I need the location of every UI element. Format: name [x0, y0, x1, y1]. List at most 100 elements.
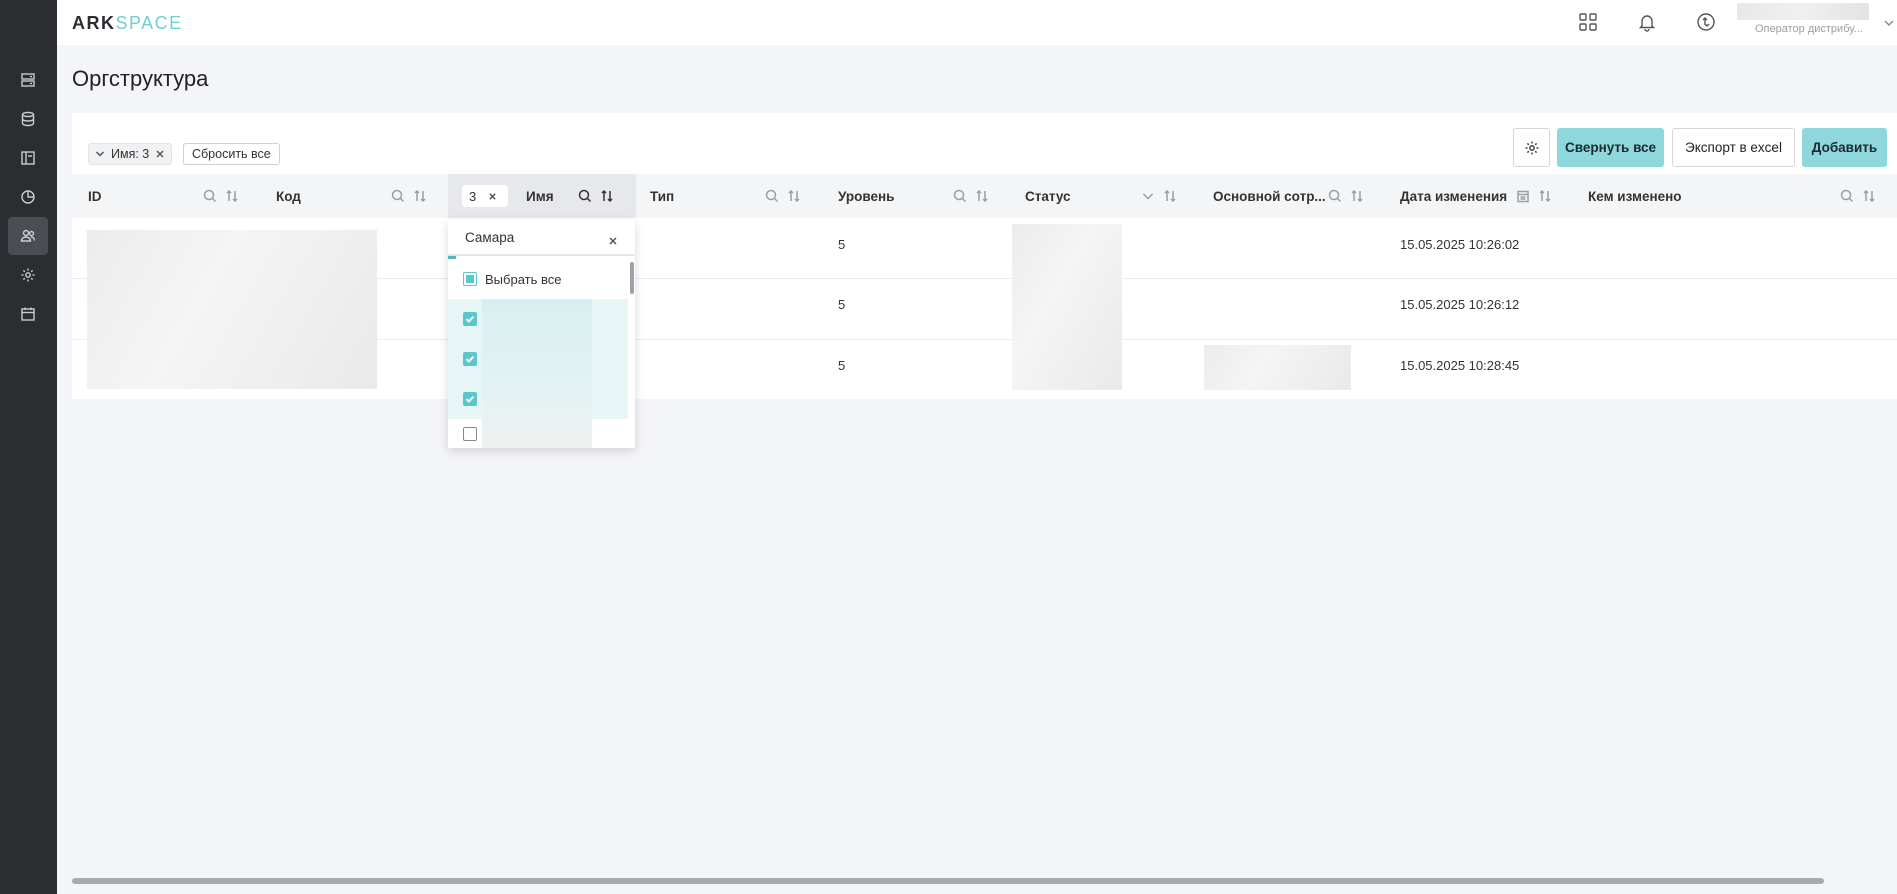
- layout-icon: [21, 151, 35, 165]
- chart-pie-icon: [21, 190, 35, 204]
- page-title: Оргструктура: [72, 66, 209, 91]
- check-icon: [465, 315, 475, 323]
- option-checkbox[interactable]: [463, 352, 477, 366]
- column-header-level[interactable]: Уровень: [838, 174, 894, 218]
- close-icon[interactable]: [488, 192, 497, 201]
- check-icon: [465, 395, 475, 403]
- name-filter-dropdown: Самара Выбрать все: [448, 220, 635, 448]
- option-checkbox[interactable]: [463, 312, 477, 326]
- app-logo[interactable]: ARKSPACE: [72, 13, 183, 34]
- apps-grid-icon: [1579, 13, 1597, 31]
- clear-search-button[interactable]: [608, 233, 618, 249]
- select-all-option[interactable]: Выбрать все: [448, 259, 628, 299]
- cell-level: 5: [838, 297, 846, 312]
- user-menu-chevron[interactable]: [1883, 16, 1895, 28]
- dropdown-scrollbar[interactable]: [630, 262, 634, 294]
- calendar-icon[interactable]: [1516, 189, 1530, 203]
- option-checkbox[interactable]: [463, 392, 477, 406]
- name-column-actions: [578, 174, 614, 218]
- level-column-actions: [953, 174, 989, 218]
- code-column-actions: [391, 174, 427, 218]
- sort-icon[interactable]: [600, 189, 614, 203]
- column-header-status[interactable]: Статус: [1025, 174, 1071, 218]
- close-icon[interactable]: [155, 149, 165, 159]
- column-header-type[interactable]: Тип: [650, 174, 674, 218]
- active-filter-chip[interactable]: Имя: 3: [88, 143, 173, 165]
- database-icon: [21, 111, 35, 127]
- gear-icon: [21, 268, 35, 282]
- notifications-button[interactable]: [1635, 10, 1659, 34]
- chevron-down-icon: [95, 151, 105, 157]
- sort-icon[interactable]: [413, 189, 427, 203]
- redacted-id-code-block: [87, 230, 377, 389]
- name-filter-count-pill[interactable]: 3: [462, 185, 508, 207]
- sort-icon[interactable]: [787, 189, 801, 203]
- check-icon: [465, 355, 475, 363]
- redacted-main-employee-block: [1204, 345, 1351, 390]
- modified-by-column-actions: [1840, 174, 1876, 218]
- search-icon[interactable]: [1328, 189, 1342, 203]
- table-horizontal-scrollbar[interactable]: [72, 878, 1824, 884]
- column-header-modified-date[interactable]: Дата изменения: [1400, 174, 1507, 218]
- search-icon[interactable]: [765, 189, 779, 203]
- chevron-down-icon: [1884, 20, 1894, 26]
- search-icon[interactable]: [953, 189, 967, 203]
- name-filter-count: 3: [469, 188, 477, 204]
- search-icon[interactable]: [203, 189, 217, 203]
- column-header-code[interactable]: Код: [276, 174, 301, 218]
- cell-level: 5: [838, 358, 846, 373]
- modified-date-column-actions: [1516, 174, 1552, 218]
- cell-modified-date: 15.05.2025 10:26:12: [1400, 297, 1520, 312]
- export-excel-button[interactable]: Экспорт в excel: [1672, 128, 1795, 167]
- top-header: ARKSPACE Оператор дистрибу...: [57, 0, 1897, 45]
- user-name-redacted[interactable]: [1737, 3, 1869, 20]
- main-employee-column-actions: [1328, 174, 1364, 218]
- filter-chip-label: Имя: 3: [111, 147, 150, 161]
- add-button[interactable]: Добавить: [1802, 128, 1887, 167]
- sidebar-item-orgstructure[interactable]: [8, 217, 48, 255]
- sort-icon[interactable]: [1350, 189, 1364, 203]
- name-filter-search-input[interactable]: Самара: [465, 230, 514, 245]
- status-column-actions: [1141, 174, 1177, 218]
- sort-icon[interactable]: [225, 189, 239, 203]
- column-header-name[interactable]: Имя: [526, 174, 554, 218]
- orgstructure-card: Имя: 3 Сбросить все Свернуть все Экспорт…: [72, 113, 1897, 399]
- sync-button[interactable]: [1694, 10, 1718, 34]
- cell-modified-date: 15.05.2025 10:28:45: [1400, 358, 1520, 373]
- cell-level: 5: [838, 237, 846, 252]
- calendar-icon: [21, 307, 35, 321]
- collapse-all-button[interactable]: Свернуть все: [1557, 128, 1664, 167]
- sidebar-item-servers[interactable]: [8, 61, 48, 99]
- close-icon: [609, 237, 617, 245]
- sort-icon[interactable]: [1538, 189, 1552, 203]
- column-header-modified-by[interactable]: Кем изменено: [1588, 174, 1682, 218]
- column-header-main-employee[interactable]: Основной сотр...: [1213, 174, 1326, 218]
- bell-icon: [1638, 15, 1656, 32]
- sidebar-item-database[interactable]: [8, 100, 48, 138]
- column-header-id[interactable]: ID: [88, 174, 102, 218]
- sidebar-item-reports[interactable]: [8, 178, 48, 216]
- reset-filters-button[interactable]: Сбросить все: [183, 143, 280, 165]
- search-icon[interactable]: [578, 189, 592, 203]
- select-all-label: Выбрать все: [485, 271, 562, 287]
- apps-grid-button[interactable]: [1576, 10, 1600, 34]
- server-icon: [21, 73, 35, 87]
- search-icon[interactable]: [1840, 189, 1854, 203]
- users-icon: [20, 229, 36, 242]
- chevron-down-icon[interactable]: [1141, 189, 1155, 203]
- sidebar-item-calendar[interactable]: [8, 295, 48, 333]
- sort-icon[interactable]: [1163, 189, 1177, 203]
- select-all-checkbox[interactable]: [463, 272, 477, 286]
- redacted-status-block: [1012, 224, 1122, 390]
- search-icon[interactable]: [391, 189, 405, 203]
- user-role[interactable]: Оператор дистрибу...: [1755, 23, 1863, 35]
- table-settings-button[interactable]: [1513, 128, 1550, 167]
- type-column-actions: [765, 174, 801, 218]
- sidebar-item-settings[interactable]: [8, 256, 48, 294]
- sidebar-item-layout[interactable]: [8, 139, 48, 177]
- name-filter-search[interactable]: Самара: [448, 220, 635, 256]
- sort-icon[interactable]: [975, 189, 989, 203]
- redacted-option-labels: [482, 299, 592, 448]
- sort-icon[interactable]: [1862, 189, 1876, 203]
- option-checkbox[interactable]: [463, 426, 477, 441]
